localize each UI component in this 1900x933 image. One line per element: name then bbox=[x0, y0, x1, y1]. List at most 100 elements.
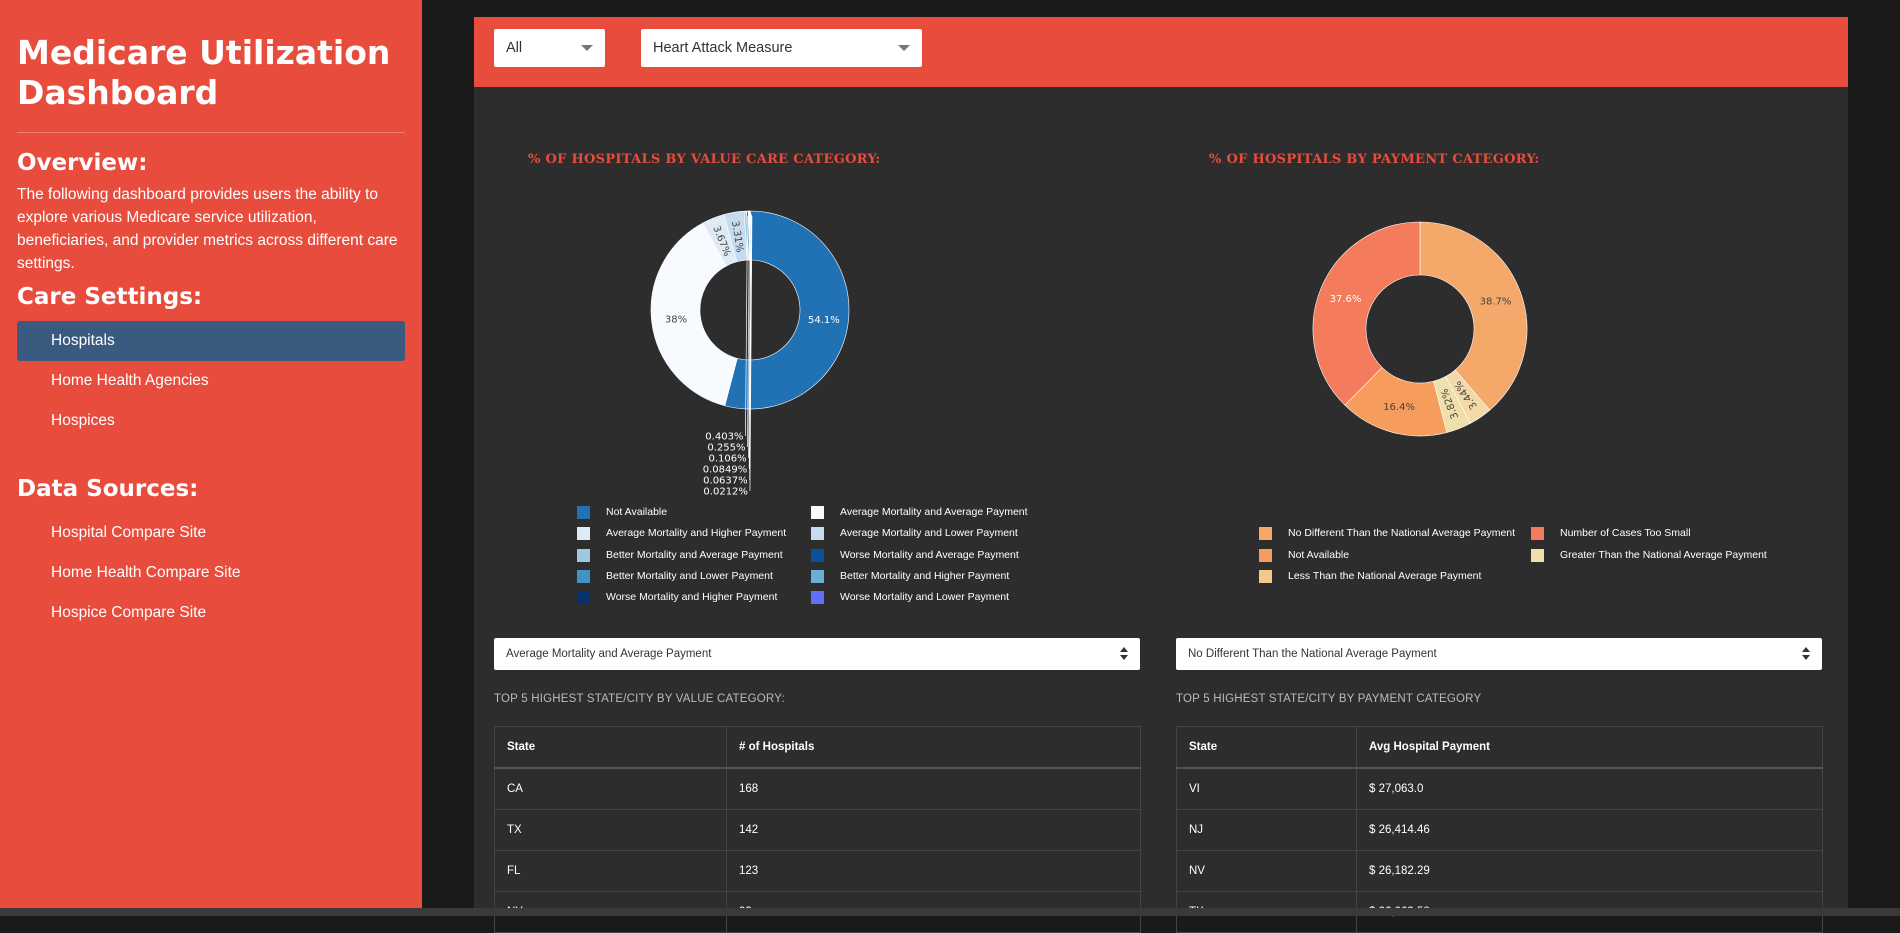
value-chart-value-label: 38% bbox=[665, 314, 687, 325]
table-row: NJ$ 26,414.46 bbox=[1177, 810, 1823, 851]
value-chart-value-label: 54.1% bbox=[808, 315, 840, 326]
table-cell: TX bbox=[495, 810, 727, 851]
sidebar-divider bbox=[17, 132, 405, 133]
legend-swatch bbox=[577, 549, 590, 562]
value-chart-value-label: 0.0849% bbox=[703, 465, 748, 476]
legend-swatch bbox=[1259, 527, 1272, 540]
legend-label: Less Than the National Average Payment bbox=[1288, 570, 1481, 583]
care-settings-nav: Hospitals Home Health Agencies Hospices bbox=[17, 321, 405, 441]
table-cell: FL bbox=[495, 851, 727, 892]
dashboard-panel: All Heart Attack Measure % OF HOSPITALS … bbox=[474, 17, 1848, 916]
legend-label: Better Mortality and Lower Payment bbox=[606, 570, 773, 583]
value-category-donut-chart: 54.1%38%3.67%3.31%0.403%0.255%0.106%0.08… bbox=[650, 210, 870, 510]
link-hospital-compare[interactable]: Hospital Compare Site bbox=[17, 513, 405, 553]
payment-chart-slice-less-than-the-national-average-payment[interactable] bbox=[1313, 222, 1420, 405]
legend-label: Worse Mortality and Lower Payment bbox=[840, 591, 1009, 604]
table-header-payment: Avg Hospital Payment bbox=[1357, 727, 1823, 769]
table-row: FL123 bbox=[495, 851, 1141, 892]
value-chart-value-label: 0.0637% bbox=[703, 476, 748, 487]
value-category-select[interactable]: Average Mortality and Average Payment bbox=[494, 638, 1140, 670]
value-chart-value-label: 0.403% bbox=[705, 432, 743, 443]
table-cell: $ 26,414.46 bbox=[1357, 810, 1823, 851]
updown-arrows-icon bbox=[1120, 647, 1128, 661]
payment-top5-table: State Avg Hospital Payment VI$ 27,063.0 … bbox=[1176, 726, 1823, 933]
value-chart-value-label: 0.0212% bbox=[703, 487, 748, 498]
sidebar: Medicare Utilization Dashboard Overview:… bbox=[0, 0, 422, 916]
payment-chart-value-label: 16.4% bbox=[1383, 402, 1415, 413]
state-select[interactable]: All bbox=[494, 29, 605, 67]
legend-label: Not Available bbox=[606, 506, 667, 519]
value-chart-value-label: 0.106% bbox=[708, 454, 746, 465]
link-home-health-compare[interactable]: Home Health Compare Site bbox=[17, 553, 405, 593]
legend-swatch bbox=[577, 591, 590, 604]
chevron-down-icon bbox=[581, 45, 593, 51]
table-cell: CA bbox=[495, 768, 727, 810]
table-header-row: State Avg Hospital Payment bbox=[1177, 727, 1823, 769]
legend-swatch bbox=[1259, 570, 1272, 583]
legend-swatch bbox=[811, 506, 824, 519]
updown-arrows-icon bbox=[1802, 647, 1810, 661]
legend-label: Greater Than the National Average Paymen… bbox=[1560, 549, 1767, 562]
payment-table-caption: TOP 5 HIGHEST STATE/CITY BY PAYMENT CATE… bbox=[1176, 693, 1481, 705]
legend-label: Better Mortality and Average Payment bbox=[606, 549, 783, 562]
payment-chart-value-label: 37.6% bbox=[1330, 294, 1362, 305]
legend-swatch bbox=[811, 570, 824, 583]
overview-heading: Overview: bbox=[17, 147, 405, 179]
legend-swatch bbox=[811, 527, 824, 540]
payment-category-donut-chart: 38.7%3.44%3.82%16.4%37.6% bbox=[1300, 210, 1540, 450]
filter-bar: All Heart Attack Measure bbox=[474, 17, 1848, 87]
data-sources-nav: Hospital Compare Site Home Health Compar… bbox=[17, 513, 405, 633]
chevron-down-icon bbox=[898, 45, 910, 51]
nav-item-hospices[interactable]: Hospices bbox=[17, 401, 405, 441]
legend-label: Better Mortality and Higher Payment bbox=[840, 570, 1009, 583]
legend-label: Average Mortality and Average Payment bbox=[840, 506, 1028, 519]
care-settings-heading: Care Settings: bbox=[17, 281, 405, 313]
value-top5-table: State # of Hospitals CA168 TX142 FL123 N… bbox=[494, 726, 1141, 933]
legend-label: No Different Than the National Average P… bbox=[1288, 527, 1515, 540]
value-chart-value-label: 0.255% bbox=[707, 443, 745, 454]
table-cell: $ 27,063.0 bbox=[1357, 768, 1823, 810]
legend-label: Worse Mortality and Higher Payment bbox=[606, 591, 777, 604]
legend-swatch bbox=[577, 527, 590, 540]
table-header-state: State bbox=[495, 727, 727, 769]
legend-label: Not Available bbox=[1288, 549, 1349, 562]
table-row: VI$ 27,063.0 bbox=[1177, 768, 1823, 810]
table-header-count: # of Hospitals bbox=[727, 727, 1141, 769]
table-row: NV$ 26,182.29 bbox=[1177, 851, 1823, 892]
legend-label: Average Mortality and Higher Payment bbox=[606, 527, 786, 540]
value-chart-legend: Not Available Average Mortality and Avera… bbox=[577, 506, 1057, 616]
payment-category-select-value: No Different Than the National Average P… bbox=[1188, 648, 1437, 660]
legend-swatch bbox=[1531, 527, 1544, 540]
state-select-value: All bbox=[506, 40, 522, 56]
value-chart-title: % OF HOSPITALS BY VALUE CARE CATEGORY: bbox=[528, 152, 881, 167]
table-header-row: State # of Hospitals bbox=[495, 727, 1141, 769]
legend-swatch bbox=[811, 549, 824, 562]
legend-swatch bbox=[577, 506, 590, 519]
payment-chart-legend: No Different Than the National Average P… bbox=[1259, 527, 1779, 597]
link-hospice-compare[interactable]: Hospice Compare Site bbox=[17, 593, 405, 633]
payment-category-select[interactable]: No Different Than the National Average P… bbox=[1176, 638, 1822, 670]
legend-label: Worse Mortality and Average Payment bbox=[840, 549, 1019, 562]
app-title-line1: Medicare Utilization bbox=[17, 33, 390, 72]
legend-label: Average Mortality and Lower Payment bbox=[840, 527, 1018, 540]
table-cell: VI bbox=[1177, 768, 1357, 810]
main-content: All Heart Attack Measure % OF HOSPITALS … bbox=[422, 0, 1900, 916]
value-category-select-value: Average Mortality and Average Payment bbox=[506, 648, 711, 660]
nav-item-home-health-agencies[interactable]: Home Health Agencies bbox=[17, 361, 405, 401]
measure-select-value: Heart Attack Measure bbox=[653, 40, 792, 56]
app-title-line2: Dashboard bbox=[17, 73, 218, 112]
legend-swatch bbox=[1259, 549, 1272, 562]
table-cell: 142 bbox=[727, 810, 1141, 851]
nav-item-hospitals[interactable]: Hospitals bbox=[17, 321, 405, 361]
payment-chart-title: % OF HOSPITALS BY PAYMENT CATEGORY: bbox=[1209, 152, 1540, 167]
measure-select[interactable]: Heart Attack Measure bbox=[641, 29, 922, 67]
overview-text: The following dashboard provides users t… bbox=[17, 183, 405, 275]
table-header-state: State bbox=[1177, 727, 1357, 769]
legend-swatch bbox=[1531, 549, 1544, 562]
table-cell: NJ bbox=[1177, 810, 1357, 851]
legend-label: Number of Cases Too Small bbox=[1560, 527, 1691, 540]
legend-swatch bbox=[577, 570, 590, 583]
legend-swatch bbox=[811, 591, 824, 604]
payment-chart-value-label: 38.7% bbox=[1480, 297, 1512, 308]
table-row: CA168 bbox=[495, 768, 1141, 810]
